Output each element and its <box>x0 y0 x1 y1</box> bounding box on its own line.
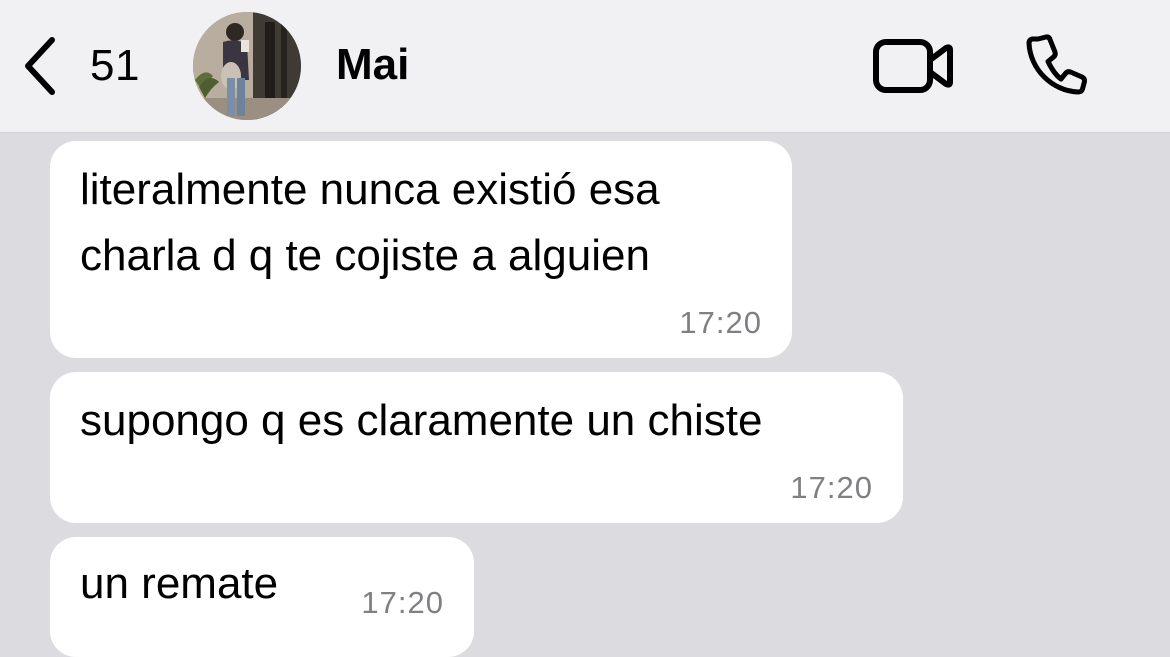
avatar[interactable] <box>193 12 301 120</box>
message-text-line: supongo q es claramente un chiste <box>80 396 763 445</box>
phone-call-button[interactable] <box>1024 33 1088 102</box>
video-call-button[interactable] <box>872 38 954 99</box>
message-timestamp: 17:20 <box>679 305 762 340</box>
phone-icon <box>1024 34 1088 101</box>
message-bubble[interactable]: un remate 17:20 <box>50 537 474 657</box>
video-camera-icon <box>872 39 954 98</box>
message-text-line: charla d q te cojiste a alguien <box>80 231 650 280</box>
chat-header: 51 Mai <box>0 0 1170 133</box>
message-timestamp: 17:20 <box>361 585 444 620</box>
message-bubble[interactable]: supongo q es claramente un chiste 17:20 <box>50 372 903 523</box>
unread-count: 51 <box>90 41 140 90</box>
message-timestamp: 17:20 <box>790 470 873 505</box>
chevron-left-icon <box>20 34 60 98</box>
message-text-line: un remate <box>80 559 279 608</box>
message-bubble[interactable]: literalmente nunca existió esa charla d … <box>50 141 792 358</box>
contact-name[interactable]: Mai <box>336 40 409 90</box>
back-button[interactable]: 51 <box>20 34 140 98</box>
message-text-line: literalmente nunca existió esa <box>80 165 660 214</box>
